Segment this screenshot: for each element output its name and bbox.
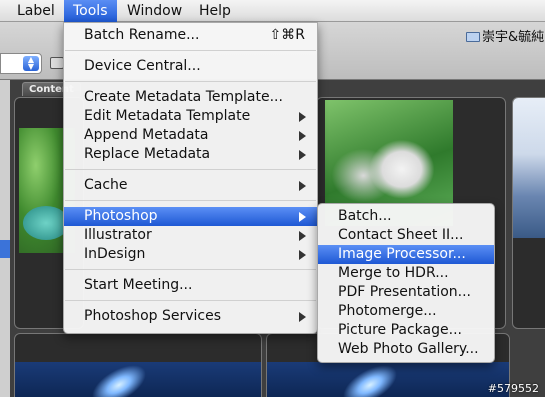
thumbnail[interactable] [14,333,262,397]
shortcut-label: ⇧⌘R [269,27,305,43]
menu-item-batch-rename[interactable]: Batch Rename... ⇧⌘R [64,26,317,45]
menu-item-label: Illustrator [84,227,152,243]
submenu-item-picture-package[interactable]: Picture Package... [318,321,494,340]
menu-item-photoshop-services[interactable]: Photoshop Services [64,307,317,326]
menu-item-photoshop[interactable]: Photoshop [64,207,317,226]
submenu-arrow-icon [299,231,306,241]
menu-item-device-central[interactable]: Device Central... [64,57,317,76]
menu-item-label: Photoshop [84,208,158,224]
submenu-arrow-icon [299,131,306,141]
menu-item-label: Photoshop Services [84,308,222,324]
path-popup[interactable]: ▲ ▼ [0,53,42,74]
thumbnail[interactable] [512,97,545,329]
menu-item-label: Cache [84,177,128,193]
menu-item-replace-metadata[interactable]: Replace Metadata [64,145,317,164]
menu-item-label: Append Metadata [84,127,209,143]
menu-separator [65,300,316,301]
submenu-arrow-icon [299,150,306,160]
menu-separator [65,81,316,82]
menu-item-illustrator[interactable]: Illustrator [64,226,317,245]
submenu-item-contact-sheet[interactable]: Contact Sheet II... [318,226,494,245]
menu-item-label: Replace Metadata [84,146,211,162]
menu-item-label: InDesign [84,246,146,262]
menu-bar: Label Tools Window Help [0,0,545,22]
submenu-arrow-icon [299,112,306,122]
submenu-arrow-icon [299,250,306,260]
menu-item-create-metadata-template[interactable]: Create Metadata Template... [64,88,317,107]
submenu-item-image-processor[interactable]: Image Processor... [318,245,494,264]
submenu-item-pdf-presentation[interactable]: PDF Presentation... [318,283,494,302]
submenu-arrow-icon [299,181,306,191]
thumbnail-image [513,98,545,238]
menu-separator [65,50,316,51]
menu-item-label: Batch Rename... [84,27,200,43]
submenu-item-batch[interactable]: Batch... [318,207,494,226]
menu-item-start-meeting[interactable]: Start Meeting... [64,276,317,295]
submenu-item-photomerge[interactable]: Photomerge... [318,302,494,321]
menu-help[interactable]: Help [190,0,240,22]
menu-item-cache[interactable]: Cache [64,176,317,195]
menu-tools[interactable]: Tools [64,0,117,22]
menu-separator [65,200,316,201]
browse-icon[interactable] [50,57,64,69]
folder-path[interactable]: 崇宇&毓純 [466,26,544,45]
folder-path-label: 崇宇&毓純 [482,30,545,45]
menu-item-append-metadata[interactable]: Append Metadata [64,126,317,145]
photoshop-submenu: Batch... Contact Sheet II... Image Proce… [317,203,495,363]
menu-label[interactable]: Label [8,0,64,22]
menu-separator [65,169,316,170]
popup-stepper-icon[interactable]: ▲ ▼ [23,56,39,71]
submenu-arrow-icon [299,312,306,322]
folder-icon [466,32,480,42]
tools-menu: Batch Rename... ⇧⌘R Device Central... Cr… [63,22,318,334]
menu-item-label: Edit Metadata Template [84,108,251,124]
submenu-item-merge-to-hdr[interactable]: Merge to HDR... [318,264,494,283]
watermark: #579552 [487,382,539,395]
left-panel-selection [0,240,10,258]
thumbnail-image [15,357,261,397]
thumbnail-image [267,357,509,397]
submenu-item-web-photo-gallery[interactable]: Web Photo Gallery... [318,340,494,359]
menu-separator [65,269,316,270]
menu-item-indesign[interactable]: InDesign [64,245,317,264]
left-panel-strip [0,80,10,397]
menu-window[interactable]: Window [118,0,191,22]
menu-item-edit-metadata-template[interactable]: Edit Metadata Template [64,107,317,126]
submenu-arrow-icon [299,212,306,222]
